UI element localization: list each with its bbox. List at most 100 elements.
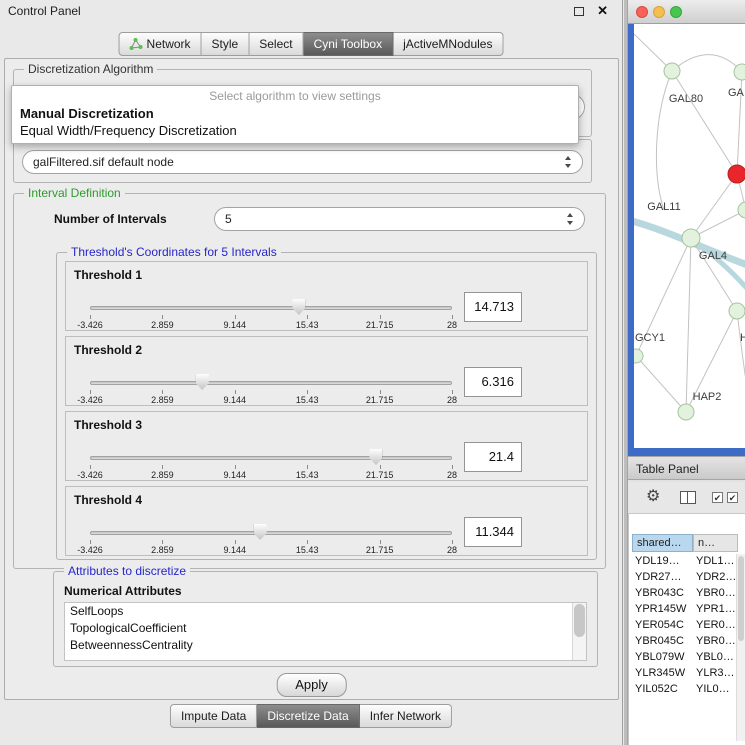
- slider-thumb[interactable]: [292, 299, 305, 315]
- zoom-traffic-light[interactable]: [670, 6, 682, 18]
- table-row[interactable]: YDR27…YDR2…: [629, 570, 736, 586]
- threshold-3-slider[interactable]: -3.4262.8599.14415.4321.71528: [90, 448, 452, 482]
- column-header-name[interactable]: n…: [693, 534, 738, 552]
- slider-tick: [307, 540, 308, 544]
- network-node[interactable]: [729, 303, 745, 319]
- threshold-2-label: Threshold 2: [74, 343, 142, 357]
- tab-network[interactable]: Network: [119, 32, 202, 56]
- table-scrollbar[interactable]: [736, 554, 745, 741]
- table-row[interactable]: YER054C YER0…: [629, 618, 736, 634]
- slider-tick-label: 9.144: [224, 470, 247, 480]
- threshold-1-value[interactable]: 14.713: [464, 292, 522, 322]
- network-node[interactable]: [682, 229, 700, 247]
- float-window-icon[interactable]: [574, 7, 584, 16]
- algorithm-option-equal-width[interactable]: Equal Width/Frequency Discretization: [12, 122, 578, 139]
- tab-impute-data[interactable]: Impute Data: [170, 704, 257, 728]
- group-title: Discretization Algorithm: [24, 62, 157, 76]
- network-node[interactable]: [664, 63, 680, 79]
- network-node[interactable]: [634, 349, 643, 363]
- table-row[interactable]: YDL19…YDL1…: [629, 554, 736, 570]
- slider-thumb[interactable]: [254, 524, 267, 540]
- algorithm-placeholder: Select algorithm to view settings: [12, 89, 578, 105]
- table-rows: YDL19…YDL1…YDR27…YDR2…YBR043CYBR0…YPR145…: [629, 554, 736, 698]
- tab-infer-network[interactable]: Infer Network: [360, 704, 452, 728]
- attributes-group: Attributes to discretize Numerical Attri…: [53, 571, 598, 667]
- close-traffic-light[interactable]: [636, 6, 648, 18]
- screen: Control Panel ✕ Network Style Select Cyn…: [0, 0, 745, 745]
- slider-track[interactable]: [90, 456, 452, 460]
- slider-tick: [452, 540, 453, 544]
- table-cell: YER0…: [696, 619, 736, 631]
- slider-tick: [235, 315, 236, 319]
- table-row[interactable]: YLR345WYLR3…: [629, 666, 736, 682]
- slider-tick-label: -3.426: [77, 320, 103, 330]
- table-cell: YER054C: [635, 619, 684, 631]
- table-row[interactable]: YBL079WYBL0…: [629, 650, 736, 666]
- network-node[interactable]: [678, 404, 694, 420]
- network-node[interactable]: [738, 202, 745, 218]
- table-row[interactable]: YBR043CYBR0…: [629, 586, 736, 602]
- list-item[interactable]: SelfLoops: [65, 603, 586, 620]
- slider-thumb[interactable]: [196, 374, 209, 390]
- slider-tick-label: 21.715: [366, 545, 394, 555]
- threshold-4-value[interactable]: 11.344: [464, 517, 522, 547]
- scrollbar-thumb[interactable]: [574, 604, 585, 637]
- tab-label: Select: [259, 37, 292, 51]
- slider-tick: [90, 540, 91, 544]
- threshold-2-value[interactable]: 6.316: [464, 367, 522, 397]
- minimize-traffic-light[interactable]: [653, 6, 665, 18]
- number-of-intervals-combobox[interactable]: 5: [214, 207, 585, 231]
- control-panel-window: Control Panel ✕ Network Style Select Cyn…: [0, 0, 623, 745]
- table-cell: YPR1…: [696, 603, 736, 615]
- table-cell: YBL0…: [696, 651, 734, 663]
- threshold-3-value[interactable]: 21.4: [464, 442, 522, 472]
- scrollbar-thumb[interactable]: [738, 556, 744, 641]
- control-panel-tabbar: Network Style Select Cyni Toolbox jActiv…: [119, 32, 504, 56]
- tab-jactivemnodules[interactable]: jActiveMNodules: [393, 32, 503, 56]
- tab-discretize-data[interactable]: Discretize Data: [257, 704, 359, 728]
- algorithm-option-manual[interactable]: Manual Discretization: [12, 105, 578, 122]
- threshold-1-panel: Threshold 1 -3.4262.8599.14415.4321.7152…: [65, 261, 588, 331]
- slider-tick-label: 21.715: [366, 470, 394, 480]
- tab-style[interactable]: Style: [202, 32, 250, 56]
- checkbox-icon[interactable]: ✔: [727, 492, 738, 503]
- column-header-shared-name[interactable]: shared…: [632, 534, 693, 552]
- threshold-1-slider[interactable]: -3.4262.8599.14415.4321.71528: [90, 298, 452, 332]
- network-node[interactable]: [734, 64, 745, 80]
- network-window-titlebar: [628, 0, 745, 24]
- slider-tick: [235, 540, 236, 544]
- slider-tick: [307, 390, 308, 394]
- tab-cyni-toolbox[interactable]: Cyni Toolbox: [304, 32, 393, 56]
- list-scrollbar[interactable]: [572, 603, 586, 660]
- highlighted-node[interactable]: [728, 165, 745, 183]
- list-item[interactable]: BetweennessCentrality: [65, 637, 586, 654]
- tab-label: Network: [147, 37, 191, 51]
- network-graph: GAL80 GA GAL11 GAL4 GCY1 H HAP2: [634, 24, 745, 448]
- gear-icon[interactable]: ⚙: [646, 488, 660, 506]
- list-item[interactable]: TopologicalCoefficient: [65, 620, 586, 637]
- threshold-2-slider[interactable]: -3.4262.8599.14415.4321.71528: [90, 373, 452, 407]
- table-data-combobox[interactable]: galFiltered.sif default node: [22, 150, 583, 174]
- bottom-tabbar: Impute Data Discretize Data Infer Networ…: [170, 704, 452, 728]
- numerical-attributes-list[interactable]: SelfLoopsTopologicalCoefficientBetweenne…: [64, 602, 587, 661]
- table-row[interactable]: YBR045CYBR0…: [629, 634, 736, 650]
- checkbox-icon[interactable]: ✔: [712, 492, 723, 503]
- apply-button[interactable]: Apply: [276, 673, 347, 697]
- tab-select[interactable]: Select: [249, 32, 303, 56]
- table-cell: YBR0…: [696, 587, 736, 599]
- slider-tick-label: 21.715: [366, 320, 394, 330]
- group-title: Attributes to discretize: [64, 564, 190, 578]
- columns-icon[interactable]: [680, 491, 696, 504]
- slider-tick: [162, 465, 163, 469]
- slider-thumb[interactable]: [369, 449, 382, 465]
- close-icon[interactable]: ✕: [597, 3, 608, 19]
- slider-track[interactable]: [90, 531, 452, 535]
- network-canvas[interactable]: GAL80 GA GAL11 GAL4 GCY1 H HAP2: [634, 24, 745, 448]
- threshold-4-slider[interactable]: -3.4262.8599.14415.4321.71528: [90, 523, 452, 557]
- slider-tick: [162, 315, 163, 319]
- slider-track[interactable]: [90, 381, 452, 385]
- table-row[interactable]: YPR145WYPR1…: [629, 602, 736, 618]
- slider-track[interactable]: [90, 306, 452, 310]
- table-row[interactable]: YIL052CYIL0…: [629, 682, 736, 698]
- slider-tick: [452, 315, 453, 319]
